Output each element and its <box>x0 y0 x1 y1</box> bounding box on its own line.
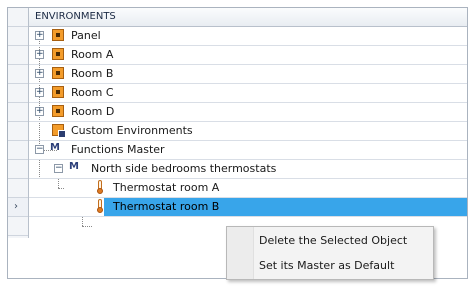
tree-item-label: Room A <box>71 48 114 61</box>
expand-icon[interactable]: + <box>35 69 44 78</box>
gutter-row[interactable] <box>8 84 28 103</box>
tree-item-label: Panel <box>71 29 101 42</box>
tree-item[interactable]: Thermostat room A <box>29 179 467 198</box>
tree-item-label: Room C <box>71 86 114 99</box>
tree-item-label: Room D <box>71 105 115 118</box>
expand-icon[interactable]: + <box>35 50 44 59</box>
tree-item[interactable]: Custom Environments <box>29 122 467 141</box>
gutter-row[interactable] <box>8 179 28 198</box>
row-gutter: › <box>8 8 29 238</box>
column-header-environments[interactable]: ENVIRONMENTS <box>29 8 467 27</box>
expand-icon[interactable]: + <box>35 31 44 40</box>
gutter-header <box>8 8 28 27</box>
tree-item-label: Thermostat room B <box>111 200 222 214</box>
menu-item-set-master-as-default[interactable]: Set its Master as Default <box>259 254 394 278</box>
tree-item[interactable]: − M North side bedrooms thermostats <box>29 160 467 179</box>
gutter-row[interactable] <box>8 65 28 84</box>
room-icon <box>52 105 64 117</box>
tree-item-label: Functions Master <box>71 143 165 156</box>
tree-item[interactable]: − M Functions Master <box>29 141 467 160</box>
custom-environments-icon <box>52 124 66 138</box>
room-icon <box>52 86 64 98</box>
tree-connector <box>82 226 92 227</box>
collapse-icon[interactable]: − <box>54 164 63 173</box>
tree-item-label: Custom Environments <box>71 124 193 137</box>
gutter-row[interactable] <box>8 141 28 160</box>
tree-item[interactable]: + Room B <box>29 65 467 84</box>
menu-item-delete-selected-object[interactable]: Delete the Selected Object <box>259 229 407 253</box>
tree-item-label: Room B <box>71 67 114 80</box>
collapse-icon[interactable]: − <box>35 145 44 154</box>
tree-item-label: Thermostat room A <box>113 181 220 194</box>
gutter-row[interactable] <box>8 27 28 46</box>
tree-item[interactable]: + Room A <box>29 46 467 65</box>
functions-master-icon: M <box>50 142 60 153</box>
master-group-icon: M <box>69 161 79 172</box>
menu-icon-gutter <box>227 227 254 279</box>
gutter-row-current[interactable]: › <box>8 198 28 217</box>
expand-icon[interactable]: + <box>35 107 44 116</box>
context-menu: Delete the Selected Object Set its Maste… <box>226 226 434 280</box>
gutter-row[interactable] <box>8 160 28 179</box>
thermometer-icon <box>97 199 103 213</box>
thermometer-icon <box>97 180 103 194</box>
room-icon <box>52 67 64 79</box>
expand-icon[interactable]: + <box>35 88 44 97</box>
gutter-row[interactable] <box>8 217 28 236</box>
current-row-arrow-icon: › <box>14 201 18 212</box>
tree-item[interactable]: + Room C <box>29 84 467 103</box>
tree-item-selected[interactable]: Thermostat room B <box>29 198 467 217</box>
tree-item[interactable]: + Room D <box>29 103 467 122</box>
room-icon <box>52 48 64 60</box>
tree-rows: + Panel + Room A + Room B + Room C + Roo… <box>29 27 467 227</box>
gutter-row[interactable] <box>8 103 28 122</box>
tree-item-label: North side bedrooms thermostats <box>91 162 277 175</box>
tree-item[interactable]: + Panel <box>29 27 467 46</box>
room-icon <box>52 29 64 41</box>
gutter-row[interactable] <box>8 46 28 65</box>
gutter-row[interactable] <box>8 122 28 141</box>
